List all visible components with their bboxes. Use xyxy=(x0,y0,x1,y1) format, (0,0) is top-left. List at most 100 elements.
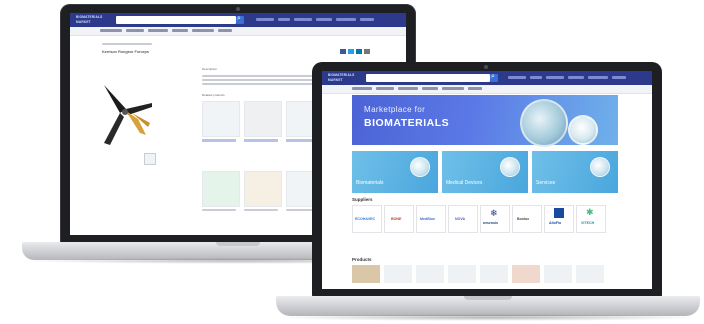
camera xyxy=(484,65,488,69)
hero-title: BIOMATERIALS xyxy=(364,117,450,129)
site-logo[interactable]: BIOMATERIALS MARKET xyxy=(76,15,112,25)
brand-mark-icon xyxy=(554,208,564,218)
nav-item[interactable] xyxy=(398,87,418,90)
nav-item[interactable] xyxy=(126,29,144,32)
category-nav xyxy=(322,85,652,94)
supplier-logo[interactable]: ❄ neurosis xyxy=(480,205,510,233)
product-card[interactable] xyxy=(544,265,572,283)
trackpad-notch xyxy=(216,242,260,246)
supplier-logo[interactable]: ECOHAVEC xyxy=(352,205,382,233)
category-tile-services[interactable]: Services xyxy=(532,151,618,193)
nav-item[interactable] xyxy=(468,87,482,90)
surgical-rongeur-icon xyxy=(104,85,152,145)
site-logo[interactable]: BIOMATERIALS MARKET xyxy=(328,73,364,83)
category-tile-biomaterials[interactable]: Biomaterials xyxy=(352,151,438,193)
supplier-logo[interactable]: ✱ VITECH xyxy=(576,205,606,233)
front-laptop-base xyxy=(276,296,700,316)
products-heading: Products xyxy=(352,257,372,262)
nav-item[interactable] xyxy=(192,29,214,32)
header-link[interactable] xyxy=(294,18,312,21)
product-card[interactable] xyxy=(352,265,380,283)
nav-item[interactable] xyxy=(172,29,188,32)
site-header: BIOMATERIALS MARKET xyxy=(70,13,406,27)
trackpad-notch xyxy=(464,296,512,300)
product-card[interactable] xyxy=(448,265,476,283)
tile-photo xyxy=(590,157,610,177)
header-link[interactable] xyxy=(336,18,356,21)
category-nav xyxy=(70,27,406,36)
related-product-card[interactable] xyxy=(202,171,240,207)
header-link[interactable] xyxy=(612,76,626,79)
supplier-logo[interactable]: Bonlux xyxy=(512,205,542,233)
header-link[interactable] xyxy=(546,76,564,79)
suppliers-heading: Suppliers xyxy=(352,197,373,202)
category-tile-medical-devices[interactable]: Medical Devices xyxy=(442,151,528,193)
supplier-name: NOVA xyxy=(455,217,466,221)
nav-item[interactable] xyxy=(100,29,122,32)
nav-item[interactable] xyxy=(422,87,438,90)
share-email-icon[interactable] xyxy=(364,49,370,54)
tile-photo xyxy=(410,157,430,177)
hero-photo xyxy=(520,99,568,147)
supplier-logo[interactable]: NOVA xyxy=(448,205,478,233)
supplier-logo[interactable]: AlloFlo xyxy=(544,205,574,233)
header-link[interactable] xyxy=(508,76,526,79)
front-laptop-screen: BIOMATERIALS MARKET Marketplace for BIOM… xyxy=(322,71,652,289)
supplier-name: neurosis xyxy=(483,221,498,225)
share-linkedin-icon[interactable] xyxy=(356,49,362,54)
related-heading: Related products xyxy=(202,93,225,97)
nav-item[interactable] xyxy=(148,29,168,32)
nav-item[interactable] xyxy=(442,87,464,90)
header-link[interactable] xyxy=(588,76,608,79)
hero-subtitle: Marketplace for xyxy=(364,105,426,114)
nav-item[interactable] xyxy=(352,87,372,90)
tile-label: Biomaterials xyxy=(356,180,384,186)
product-name[interactable] xyxy=(244,139,278,142)
search-input[interactable] xyxy=(366,74,490,82)
search-icon[interactable] xyxy=(236,15,244,24)
site-header: BIOMATERIALS MARKET xyxy=(322,71,652,85)
supplier-logo[interactable]: MedBlue xyxy=(416,205,446,233)
header-link[interactable] xyxy=(568,76,584,79)
header-link[interactable] xyxy=(316,18,332,21)
product-card[interactable] xyxy=(576,265,604,283)
product-name[interactable] xyxy=(202,209,236,211)
nav-item[interactable] xyxy=(376,87,394,90)
hero-photo-small xyxy=(568,115,598,145)
product-thumbnail[interactable] xyxy=(144,153,156,165)
tile-label: Medical Devices xyxy=(446,180,483,186)
breadcrumb xyxy=(102,43,152,45)
header-link[interactable] xyxy=(256,18,274,21)
product-card[interactable] xyxy=(512,265,540,283)
camera xyxy=(236,7,240,11)
product-name[interactable] xyxy=(244,209,278,211)
supplier-name: BONE xyxy=(391,217,402,221)
shadow xyxy=(272,314,704,321)
brand-mark-icon: ✱ xyxy=(586,207,594,217)
supplier-logo[interactable]: BONE xyxy=(384,205,414,233)
product-card[interactable] xyxy=(416,265,444,283)
share-facebook-icon[interactable] xyxy=(340,49,346,54)
tile-label: Services xyxy=(536,180,556,186)
product-card[interactable] xyxy=(480,265,508,283)
supplier-name: AlloFlo xyxy=(549,221,562,225)
snowflake-icon: ❄ xyxy=(490,208,498,218)
search-icon[interactable] xyxy=(490,73,498,82)
related-product-card[interactable] xyxy=(244,171,282,207)
page-title: Kerrison Rongeur Forceps xyxy=(102,49,149,54)
header-link[interactable] xyxy=(360,18,374,21)
supplier-name: MedBlue xyxy=(420,217,435,221)
related-product-card[interactable] xyxy=(244,101,282,137)
header-link[interactable] xyxy=(278,18,290,21)
tile-photo xyxy=(500,157,520,177)
share-twitter-icon[interactable] xyxy=(348,49,354,54)
product-card[interactable] xyxy=(384,265,412,283)
hero-banner[interactable]: Marketplace for BIOMATERIALS xyxy=(352,95,618,147)
header-link[interactable] xyxy=(530,76,542,79)
product-name[interactable] xyxy=(202,139,236,142)
supplier-name: VITECH xyxy=(581,221,595,225)
supplier-name: Bonlux xyxy=(517,217,530,221)
nav-item[interactable] xyxy=(218,29,232,32)
related-product-card[interactable] xyxy=(202,101,240,137)
search-input[interactable] xyxy=(116,16,236,24)
